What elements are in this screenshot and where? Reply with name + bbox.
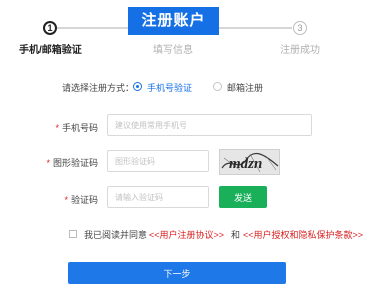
step-line-right (219, 27, 292, 29)
privacy-link[interactable]: <<用户授权和隐私保护条款>> (243, 228, 363, 241)
agree-text: 我已阅读并同意 (84, 230, 148, 240)
step-3-number: 3 (293, 21, 307, 35)
next-step-button[interactable]: 下一步 (68, 262, 286, 284)
phone-label: * 手机号码 (52, 121, 98, 134)
captcha-text: mdzn (229, 156, 262, 172)
code-input[interactable] (107, 186, 209, 208)
phone-input[interactable] (107, 114, 312, 136)
step-1-number: 1 (43, 21, 57, 35)
captcha-image[interactable]: mdzn (219, 149, 280, 175)
step-3-label: 注册成功 (280, 45, 320, 56)
option-phone-label[interactable]: 手机号验证 (147, 81, 192, 94)
required-mark: * (55, 123, 59, 133)
code-label: * 验证码 (60, 193, 98, 206)
method-label: 请选择注册方式： (62, 83, 135, 93)
code-label-text: 验证码 (70, 195, 98, 205)
captcha-noise-icon: mdzn (220, 150, 279, 174)
radio-phone[interactable] (133, 82, 142, 91)
option-email-label[interactable]: 邮箱注册 (227, 81, 263, 94)
captcha-input[interactable] (107, 150, 209, 172)
step-2-label: 填写信息 (153, 45, 193, 56)
agree-checkbox[interactable] (69, 230, 77, 238)
phone-label-text: 手机号码 (61, 123, 98, 133)
agree-and-text: 和 (231, 230, 241, 240)
step-1-label: 手机/邮箱验证 (19, 45, 82, 56)
step-line-left (57, 27, 128, 29)
captcha-label-text: 图形验证码 (52, 158, 98, 168)
send-code-button[interactable]: 发送 (219, 186, 267, 208)
captcha-label: * 图形验证码 (42, 156, 98, 169)
radio-email[interactable] (213, 82, 222, 91)
required-mark: * (46, 158, 50, 168)
page-title: 注册账户 (128, 7, 219, 35)
user-agreement-link[interactable]: <<用户注册协议>> (149, 228, 224, 241)
required-mark: * (64, 195, 68, 205)
